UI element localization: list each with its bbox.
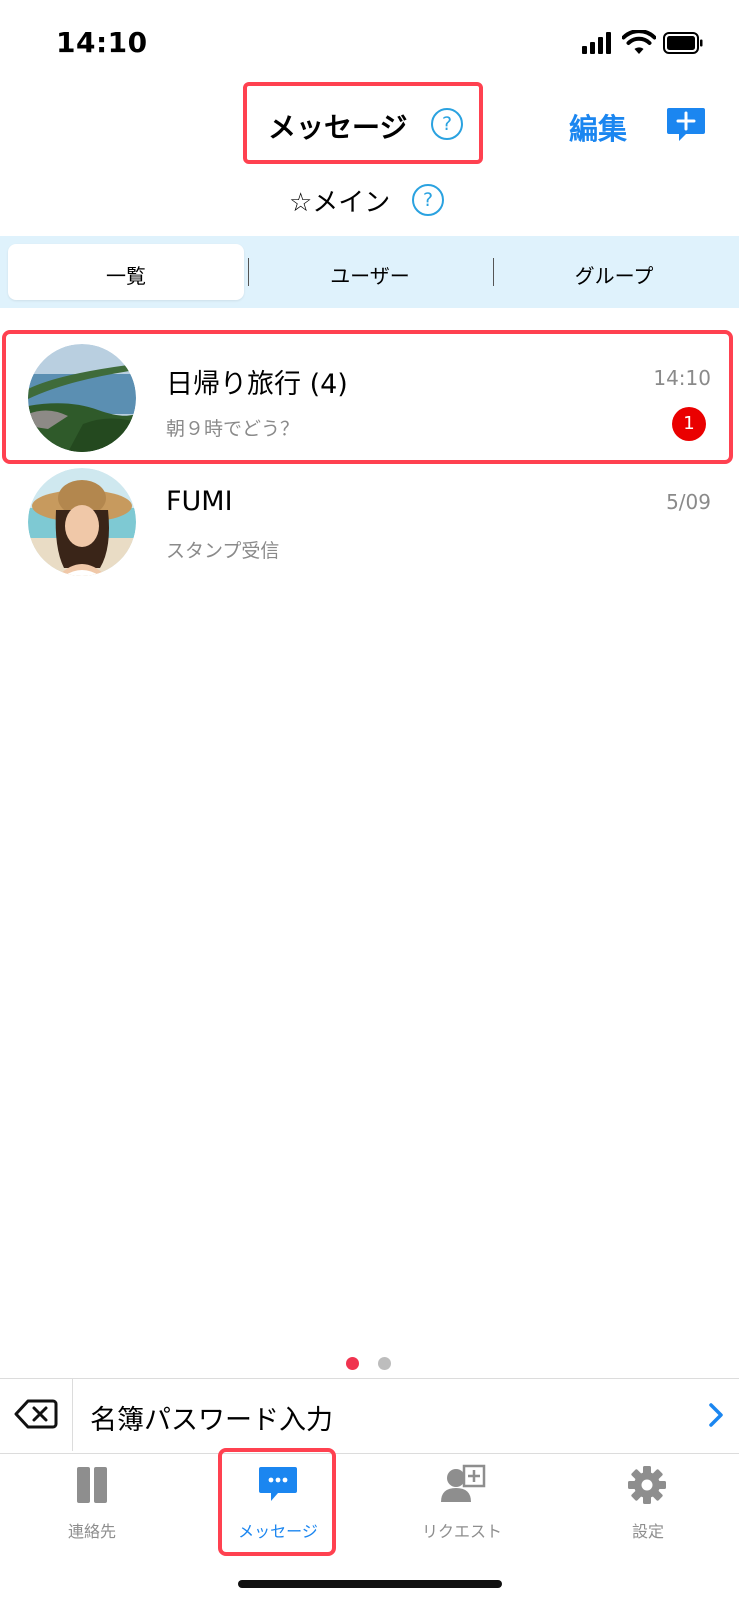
- tab-messages-label: メッセージ: [238, 1522, 318, 1541]
- cellular-signal-icon: [582, 32, 611, 54]
- tab-settings-label: 設定: [631, 1522, 664, 1541]
- segment-users[interactable]: ユーザー: [290, 260, 450, 289]
- tab-contacts-label: 連絡先: [67, 1522, 116, 1541]
- battery-icon: [663, 32, 703, 54]
- thread-time: 14:10: [653, 366, 711, 390]
- wifi-icon: [622, 30, 656, 54]
- segment-divider: [248, 258, 249, 286]
- help-icon[interactable]: ?: [431, 108, 463, 140]
- thread-preview: スタンプ受信: [166, 540, 280, 562]
- new-message-button[interactable]: [666, 104, 706, 144]
- chevron-right-icon[interactable]: [708, 1402, 724, 1428]
- backspace-icon[interactable]: [14, 1398, 58, 1430]
- segment-all[interactable]: 一覧: [46, 260, 206, 289]
- edit-button[interactable]: 編集: [569, 106, 627, 148]
- divider: [72, 1379, 73, 1451]
- folder-title[interactable]: ☆メイン: [289, 182, 390, 219]
- page-indicator-active: [346, 1357, 359, 1370]
- gear-icon: [628, 1466, 666, 1504]
- chat-icon: [259, 1467, 297, 1501]
- add-user-icon: [441, 1464, 486, 1502]
- thread-name: 日帰り旅行 (4): [166, 369, 348, 400]
- status-time: 14:10: [56, 26, 148, 59]
- thread-preview: 朝９時でどう？: [166, 418, 300, 440]
- segment-divider: [493, 258, 494, 286]
- page-indicator[interactable]: [378, 1357, 391, 1370]
- thread-time: 5/09: [666, 490, 711, 514]
- segment-groups[interactable]: グループ: [534, 260, 694, 289]
- unread-badge: 1: [672, 407, 706, 441]
- page-title: メッセージ: [268, 111, 408, 144]
- password-input-label[interactable]: 名簿パスワード入力: [90, 1398, 333, 1437]
- folder-help-icon[interactable]: ?: [412, 184, 444, 216]
- group-avatar: [28, 344, 136, 452]
- home-indicator: [238, 1580, 502, 1588]
- tab-requests-label: リクエスト: [421, 1522, 502, 1541]
- user-avatar: [28, 468, 136, 576]
- contacts-icon: [77, 1467, 107, 1503]
- thread-name: FUMI: [166, 486, 233, 517]
